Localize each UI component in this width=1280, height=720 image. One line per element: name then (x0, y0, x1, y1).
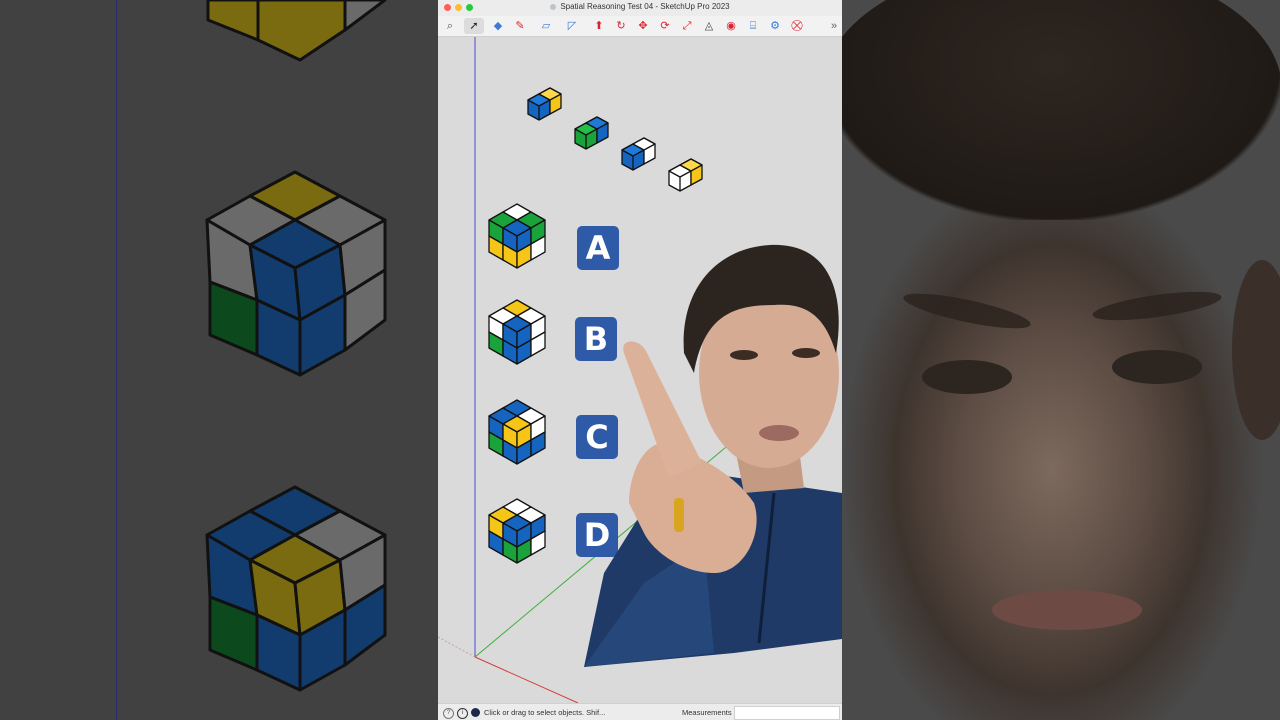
option-b-cube (488, 299, 546, 365)
status-bar: ? i Click or drag to select objects. Shi… (438, 703, 842, 720)
option-a-cube (488, 203, 546, 269)
option-c-cube (488, 399, 546, 465)
push-pull-icon[interactable]: ⬆ (591, 18, 607, 34)
title-bar: Spatial Reasoning Test 04 - SketchUp Pro… (438, 0, 842, 17)
warehouse-icon[interactable]: ⛒ (789, 18, 805, 34)
window-title: Spatial Reasoning Test 04 - SketchUp Pro… (438, 2, 842, 11)
eyebrow-left (901, 286, 1033, 336)
piece-green-blue (574, 116, 609, 150)
presenter-overlay (584, 243, 842, 667)
document-icon (550, 4, 557, 10)
measurements-label: Measurements (682, 708, 732, 717)
user-account-icon[interactable] (471, 708, 480, 717)
text-icon[interactable]: ⌸ (745, 18, 761, 34)
geo-location-icon[interactable]: ? (443, 708, 454, 719)
rectangle-icon[interactable]: ◸ (564, 18, 580, 34)
move-icon[interactable]: ✥ (635, 18, 651, 34)
background-right-zoom (842, 0, 1280, 720)
toolbar: ⌕ ➚ ◆ ✎ ▱ ◸ ⬆ ↻ ✥ ⟳ ⤢ ◬ ◉ ⌸ ⚙ ⛒ » (438, 16, 842, 37)
info-icon[interactable]: i (457, 708, 468, 719)
scale-icon[interactable]: ⤢ (679, 18, 695, 34)
shape-icon[interactable]: ▱ (538, 18, 554, 34)
section-icon[interactable]: ⚙ (767, 18, 783, 34)
paint-bucket-icon[interactable]: ◉ (723, 18, 739, 34)
follow-me-icon[interactable]: ↻ (613, 18, 629, 34)
piece-white-yellow (668, 158, 703, 192)
ring (674, 498, 684, 532)
pencil-icon[interactable]: ✎ (512, 18, 528, 34)
tape-measure-icon[interactable]: ◬ (701, 18, 717, 34)
search-icon[interactable]: ⌕ (442, 18, 458, 34)
background-left-zoom (0, 0, 438, 720)
status-hint: Click or drag to select objects. Shif... (484, 708, 606, 717)
ear-shape (1232, 260, 1280, 440)
overflow-chevron-icon[interactable]: » (826, 18, 842, 34)
eye-right (1112, 350, 1202, 384)
eye-right-small (792, 348, 820, 358)
rotate-icon[interactable]: ⟳ (657, 18, 673, 34)
red-axis (474, 656, 579, 703)
piece-blue-yellow (527, 87, 562, 121)
hair-shape (842, 0, 1280, 220)
eraser-icon[interactable]: ◆ (490, 18, 506, 34)
red-axis-negative (438, 636, 476, 658)
lips (992, 590, 1142, 630)
piece-blue-white (621, 137, 656, 171)
zoomed-cubes (205, 0, 387, 692)
option-d-cube (488, 498, 546, 564)
eyebrow-right (1091, 286, 1223, 326)
select-arrow-icon[interactable]: ➚ (464, 18, 484, 34)
presenter-figure (584, 244, 842, 667)
window-title-text: Spatial Reasoning Test 04 - SketchUp Pro… (560, 2, 730, 11)
eye-left (922, 360, 1012, 394)
measurements-input[interactable] (734, 706, 840, 720)
mouth (759, 425, 799, 441)
eye-left-small (730, 350, 758, 360)
